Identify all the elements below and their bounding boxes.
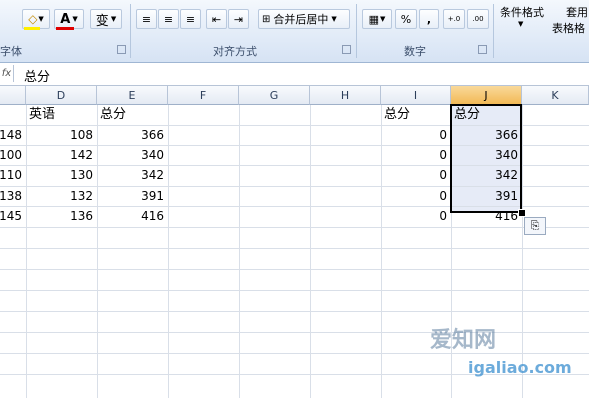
font-color-button[interactable]: A ▼ bbox=[54, 9, 84, 29]
paste-options-button[interactable]: ⎘ bbox=[524, 217, 546, 235]
column-header-f[interactable]: F bbox=[168, 86, 239, 105]
merge-center-button[interactable]: ⊞ 合并后居中 ▼ bbox=[258, 9, 350, 29]
cell-e[interactable]: 340 bbox=[97, 145, 168, 165]
number-group-label: 数字 bbox=[404, 45, 426, 58]
percent-button[interactable]: % bbox=[395, 9, 417, 29]
cell-c[interactable]: 148 bbox=[0, 125, 26, 145]
align-left-button[interactable]: ≡ bbox=[136, 9, 157, 29]
font-color-bar bbox=[56, 27, 74, 30]
cell-i[interactable]: 0 bbox=[381, 165, 451, 185]
increase-decimal-icon: +.0 bbox=[447, 15, 461, 23]
alignment-group-label: 对齐方式 bbox=[213, 45, 257, 58]
merge-center-label: 合并后居中 bbox=[273, 13, 329, 26]
percent-icon: % bbox=[400, 12, 412, 26]
dropdown-arrow-icon: ▼ bbox=[518, 20, 524, 28]
column-header-i[interactable]: I bbox=[381, 86, 451, 105]
cell-i-header[interactable]: 总分 bbox=[381, 105, 451, 125]
alignment-dialog-launcher[interactable] bbox=[342, 45, 351, 54]
decrease-indent-button[interactable]: ⇤ bbox=[206, 9, 227, 29]
fill-color-icon: ◇ bbox=[28, 12, 38, 26]
cell-e[interactable]: 366 bbox=[97, 125, 168, 145]
cell-e[interactable]: 342 bbox=[97, 165, 168, 185]
column-header-e[interactable]: E bbox=[97, 86, 168, 105]
fill-color-bar bbox=[24, 27, 40, 30]
cell-i[interactable]: 0 bbox=[381, 206, 451, 226]
align-center-icon: ≡ bbox=[163, 12, 174, 26]
cell-d-header[interactable]: 英语 bbox=[26, 105, 97, 125]
formula-bar: fx 总分 bbox=[0, 63, 589, 86]
align-right-button[interactable]: ≡ bbox=[180, 9, 201, 29]
number-dialog-launcher[interactable] bbox=[478, 45, 487, 54]
phonetic-button[interactable]: 变 ▼ bbox=[90, 9, 122, 29]
font-group-label: 字体 bbox=[0, 45, 22, 58]
cell-d[interactable]: 132 bbox=[26, 186, 97, 206]
cell-i[interactable]: 0 bbox=[381, 125, 451, 145]
column-header-k[interactable]: K bbox=[522, 86, 589, 105]
column-header-j[interactable]: J bbox=[451, 86, 522, 105]
increase-decimal-button[interactable]: +.0 bbox=[443, 9, 465, 29]
column-header-h[interactable]: H bbox=[310, 86, 381, 105]
decrease-decimal-icon: .00 bbox=[472, 15, 484, 23]
selection-border bbox=[450, 104, 522, 213]
cell-d[interactable]: 130 bbox=[26, 165, 97, 185]
fill-color-button[interactable]: ◇ ▼ bbox=[22, 9, 50, 29]
cell-e[interactable]: 391 bbox=[97, 186, 168, 206]
decrease-indent-icon: ⇤ bbox=[211, 12, 222, 26]
separator bbox=[356, 4, 357, 58]
conditional-format-button[interactable]: 条件格式 bbox=[500, 4, 544, 20]
comma-button[interactable]: , bbox=[419, 9, 439, 29]
currency-icon: ▦ bbox=[368, 12, 379, 26]
cell-c[interactable]: 100 bbox=[0, 145, 26, 165]
merge-center-icon: ⊞ bbox=[262, 13, 271, 25]
cell-e-header[interactable]: 总分 bbox=[97, 105, 168, 125]
table-style-button-bottom[interactable]: 表格格 bbox=[552, 20, 585, 36]
align-right-icon: ≡ bbox=[185, 12, 196, 26]
separator bbox=[493, 4, 494, 58]
fill-handle[interactable] bbox=[518, 209, 526, 217]
cell-i[interactable]: 0 bbox=[381, 186, 451, 206]
cell-d[interactable]: 136 bbox=[26, 206, 97, 226]
align-left-icon: ≡ bbox=[141, 12, 152, 26]
decrease-decimal-button[interactable]: .00 bbox=[467, 9, 489, 29]
ribbon: 字体 ◇ ▼ A ▼ 变 ▼ ≡ ≡ ≡ ⇤ ⇥ ⊞ 合并后居中 ▼ 对齐方式 … bbox=[0, 0, 589, 63]
column-header-g[interactable]: G bbox=[239, 86, 310, 105]
watermark-url: igaliao.com bbox=[468, 358, 572, 377]
separator bbox=[130, 4, 131, 58]
column-header-d[interactable]: D bbox=[26, 86, 97, 105]
cell-c[interactable]: 145 bbox=[0, 206, 26, 226]
currency-format-button[interactable]: ▦ ▼ bbox=[362, 9, 392, 29]
watermark-logo: 爱知网 bbox=[430, 328, 497, 353]
cell-i[interactable]: 0 bbox=[381, 145, 451, 165]
table-style-button-top[interactable]: 套用 bbox=[566, 4, 588, 20]
align-center-button[interactable]: ≡ bbox=[158, 9, 179, 29]
phonetic-icon: 变 bbox=[95, 13, 109, 29]
clipboard-icon: ⎘ bbox=[530, 219, 540, 232]
increase-indent-icon: ⇥ bbox=[233, 12, 244, 26]
cell-d[interactable]: 108 bbox=[26, 125, 97, 145]
cell-c[interactable]: 138 bbox=[0, 186, 26, 206]
cell-c[interactable]: 110 bbox=[0, 165, 26, 185]
fx-icon[interactable]: fx bbox=[0, 65, 14, 82]
font-dialog-launcher[interactable] bbox=[117, 45, 126, 54]
increase-indent-button[interactable]: ⇥ bbox=[228, 9, 249, 29]
formula-input[interactable]: 总分 bbox=[24, 66, 50, 85]
column-header-c[interactable] bbox=[0, 86, 26, 105]
font-color-icon: A bbox=[60, 11, 71, 27]
cell-d[interactable]: 142 bbox=[26, 145, 97, 165]
cell-e[interactable]: 416 bbox=[97, 206, 168, 226]
comma-icon: , bbox=[426, 12, 432, 26]
